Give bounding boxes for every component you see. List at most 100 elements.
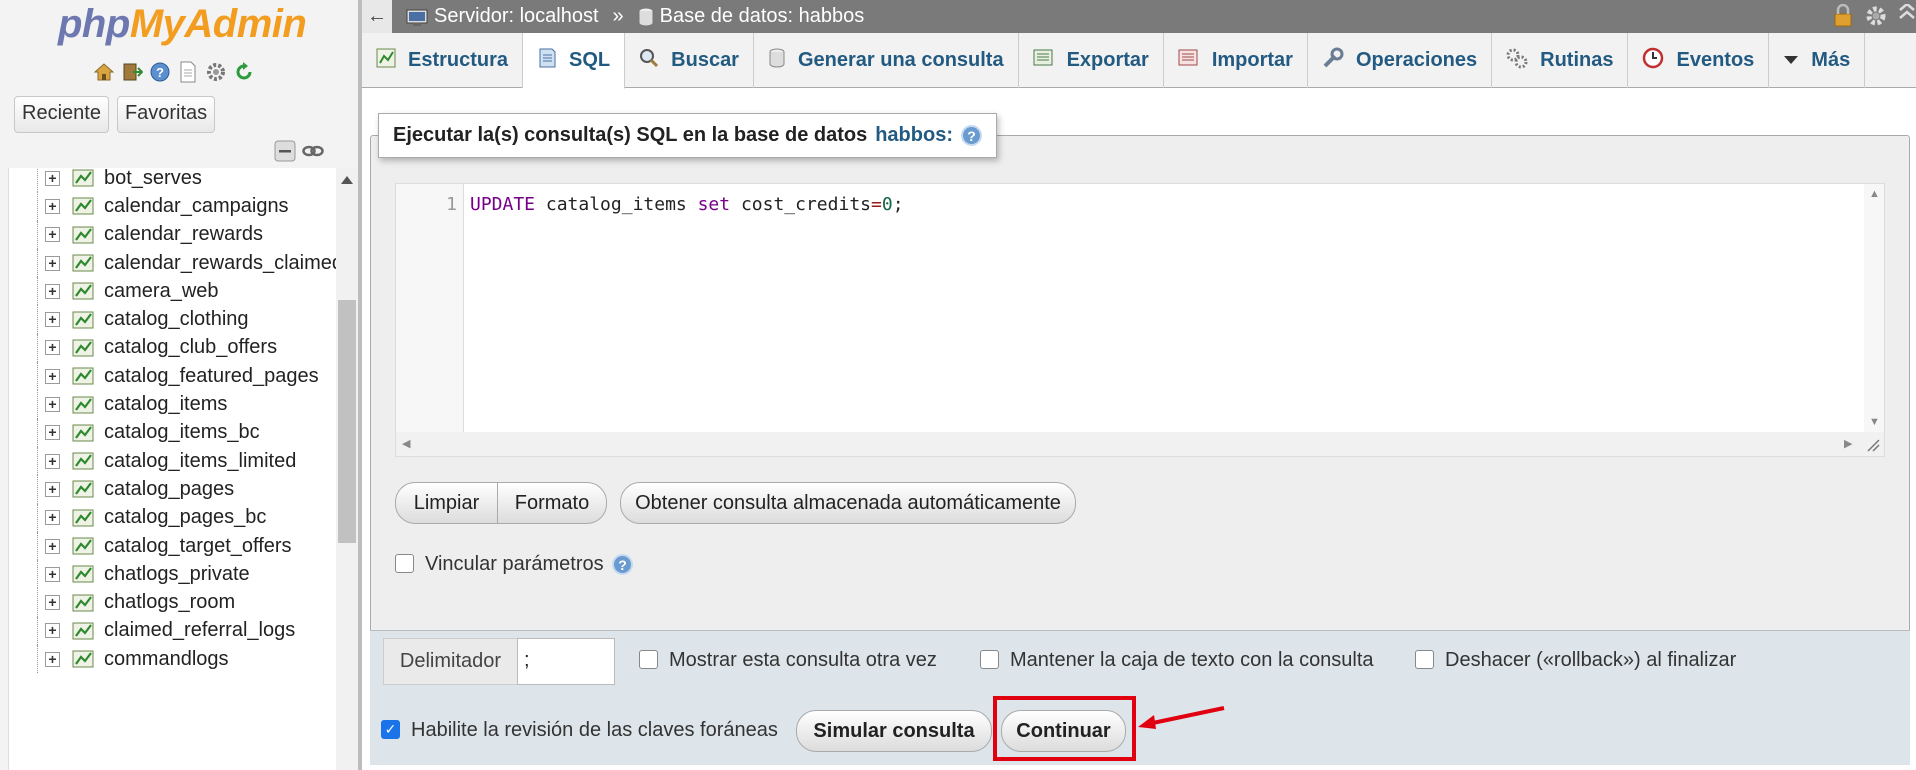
- tree-item-table[interactable]: + calendar_rewards_claimed: [9, 248, 336, 278]
- settings-icon[interactable]: [204, 60, 227, 83]
- table-icon[interactable]: [72, 565, 94, 589]
- table-icon[interactable]: [72, 650, 94, 674]
- expand-plus-icon[interactable]: +: [45, 425, 60, 441]
- collapse-all-icon[interactable]: [274, 140, 296, 162]
- table-name[interactable]: bot_serves: [104, 168, 202, 190]
- favorites-button[interactable]: Favoritas: [116, 96, 216, 133]
- editor-horizontal-scrollbar[interactable]: ◀ ▶: [396, 432, 1884, 456]
- scroll-right-icon[interactable]: ▶: [1844, 437, 1852, 450]
- tree-item-table[interactable]: + catalog_target_offers: [9, 531, 336, 561]
- tree-item-table[interactable]: + camera_web: [9, 277, 336, 306]
- get-stored-query-button[interactable]: Obtener consulta almacenada automáticame…: [620, 482, 1076, 524]
- table-name[interactable]: catalog_items: [104, 393, 227, 416]
- table-name[interactable]: catalog_clothing: [104, 308, 249, 331]
- scroll-up-arrow-icon[interactable]: [341, 176, 353, 184]
- tree-item-table[interactable]: + chatlogs_room: [9, 588, 336, 618]
- table-name[interactable]: catalog_featured_pages: [104, 365, 319, 388]
- rollback-checkbox[interactable]: [1415, 650, 1434, 669]
- expand-plus-icon[interactable]: +: [45, 340, 60, 356]
- table-icon[interactable]: [72, 537, 94, 561]
- tree-item-table[interactable]: + catalog_featured_pages: [9, 362, 336, 391]
- table-name[interactable]: camera_web: [104, 280, 219, 303]
- table-icon[interactable]: [72, 339, 94, 363]
- scroll-up-icon[interactable]: ▲: [1869, 188, 1880, 200]
- table-icon[interactable]: [72, 197, 94, 221]
- table-name[interactable]: commandlogs: [104, 648, 229, 671]
- tree-item-table[interactable]: + chatlogs_private: [9, 560, 336, 589]
- expand-plus-icon[interactable]: +: [45, 595, 60, 611]
- tab-más[interactable]: Más: [1769, 33, 1866, 88]
- breadcrumb-server[interactable]: Servidor: localhost: [406, 5, 599, 28]
- expand-plus-icon[interactable]: +: [45, 566, 60, 582]
- table-name[interactable]: catalog_items_bc: [104, 421, 260, 444]
- phpmyadmin-logo[interactable]: phpMyAdmin: [58, 2, 307, 47]
- expand-plus-icon[interactable]: +: [45, 198, 60, 214]
- expand-plus-icon[interactable]: +: [45, 510, 60, 526]
- tree-item-table[interactable]: + catalog_pages_bc: [9, 503, 336, 533]
- expand-plus-icon[interactable]: +: [45, 538, 60, 554]
- expand-plus-icon[interactable]: +: [45, 453, 60, 469]
- keep-textarea-label[interactable]: Mantener la caja de texto con la consult…: [1010, 649, 1374, 672]
- fk-checks-checkbox[interactable]: ✓: [381, 720, 400, 739]
- tab-importar[interactable]: Importar: [1164, 33, 1308, 88]
- tree-item-table[interactable]: + catalog_pages: [9, 475, 336, 504]
- expand-plus-icon[interactable]: +: [45, 623, 60, 639]
- tab-eventos[interactable]: Eventos: [1628, 33, 1770, 88]
- keep-textarea-checkbox[interactable]: [980, 650, 999, 669]
- table-icon[interactable]: [72, 594, 94, 618]
- tree-item-table[interactable]: + commandlogs: [9, 645, 336, 674]
- tree-item-table[interactable]: + calendar_campaigns: [9, 192, 336, 221]
- home-icon[interactable]: [92, 60, 115, 83]
- tab-generar-una-consulta[interactable]: Generar una consulta: [754, 33, 1019, 88]
- scrollbar-thumb[interactable]: [338, 300, 356, 543]
- tree-item-table[interactable]: + catalog_items_limited: [9, 446, 336, 476]
- legend-db-link[interactable]: habbos:: [875, 124, 953, 147]
- help-icon[interactable]: ?: [961, 125, 982, 146]
- exit-icon[interactable]: [120, 60, 143, 83]
- tree-scrollbar[interactable]: [336, 168, 358, 770]
- show-query-again-label[interactable]: Mostrar esta consulta otra vez: [669, 649, 937, 672]
- table-name[interactable]: catalog_pages_bc: [104, 506, 266, 529]
- tree-item-table[interactable]: + claimed_referral_logs: [9, 616, 336, 646]
- tab-sql[interactable]: SQL: [523, 33, 626, 89]
- expand-plus-icon[interactable]: +: [45, 481, 60, 497]
- table-icon[interactable]: [72, 311, 94, 335]
- table-icon[interactable]: [72, 282, 94, 306]
- table-name[interactable]: catalog_pages: [104, 478, 234, 501]
- table-icon[interactable]: [72, 254, 94, 278]
- table-name[interactable]: claimed_referral_logs: [104, 619, 295, 642]
- table-name[interactable]: chatlogs_room: [104, 591, 235, 614]
- tab-estructura[interactable]: Estructura: [362, 33, 524, 88]
- tab-exportar[interactable]: Exportar: [1019, 33, 1164, 88]
- expand-plus-icon[interactable]: +: [45, 170, 60, 186]
- table-name[interactable]: calendar_campaigns: [104, 195, 289, 218]
- sql-query-text[interactable]: UPDATE catalog_items set cost_credits=0;: [470, 194, 904, 215]
- tree-item-table[interactable]: + catalog_items: [9, 390, 336, 419]
- table-icon[interactable]: [72, 509, 94, 533]
- docs-icon[interactable]: [176, 60, 199, 83]
- expand-plus-icon[interactable]: +: [45, 312, 60, 328]
- expand-plus-icon[interactable]: +: [45, 651, 60, 667]
- bind-params-checkbox[interactable]: [395, 554, 414, 573]
- table-name[interactable]: catalog_club_offers: [104, 336, 277, 359]
- recent-button[interactable]: Reciente: [14, 96, 109, 133]
- resize-handle-icon[interactable]: [1866, 438, 1880, 452]
- expand-plus-icon[interactable]: +: [45, 368, 60, 384]
- tab-operaciones[interactable]: Operaciones: [1308, 33, 1493, 88]
- tree-item-table[interactable]: + calendar_rewards: [9, 220, 336, 249]
- table-icon[interactable]: [72, 452, 94, 476]
- format-button[interactable]: Formato: [497, 482, 607, 524]
- expand-plus-icon[interactable]: +: [45, 255, 60, 271]
- tree-item-table[interactable]: + catalog_items_bc: [9, 418, 336, 447]
- table-icon[interactable]: [72, 480, 94, 504]
- table-icon[interactable]: [72, 367, 94, 391]
- rollback-label[interactable]: Deshacer («rollback») al finalizar: [1445, 649, 1736, 672]
- tree-item-table[interactable]: + catalog_club_offers: [9, 333, 336, 363]
- tab-buscar[interactable]: Buscar: [625, 33, 754, 88]
- table-name[interactable]: calendar_rewards_claimed: [104, 252, 336, 275]
- simulate-query-button[interactable]: Simular consulta: [796, 710, 992, 752]
- table-name[interactable]: catalog_items_limited: [104, 450, 296, 473]
- expand-plus-icon[interactable]: +: [45, 397, 60, 413]
- gear-icon[interactable]: [1864, 4, 1888, 28]
- tree-item-table[interactable]: + bot_serves: [9, 168, 336, 193]
